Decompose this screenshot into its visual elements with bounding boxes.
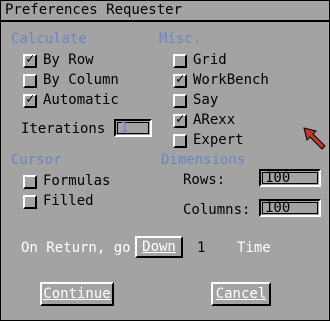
return-unit-label: Time	[237, 240, 271, 256]
continue-button[interactable]: Continue	[40, 282, 114, 306]
on-return-label: On Return, go	[21, 240, 131, 256]
cancel-label: Cancel	[215, 286, 267, 302]
window-title: Preferences Requester	[5, 2, 183, 18]
say-checkbox[interactable]	[173, 94, 187, 108]
say-label: Say	[193, 92, 219, 108]
by-column-label: By Column	[43, 72, 119, 88]
return-direction-label: Down	[142, 239, 176, 255]
arexx-label: ARexx	[193, 112, 236, 128]
cursor-heading: Cursor	[11, 152, 62, 168]
continue-label: Continue	[43, 286, 111, 302]
formulas-label: Formulas	[43, 173, 111, 189]
iterations-field[interactable]: 1	[114, 119, 152, 137]
cancel-button[interactable]: Cancel	[211, 282, 271, 306]
automatic-checkbox[interactable]: ✓	[23, 91, 37, 108]
workbench-checkbox[interactable]: ✓	[173, 71, 187, 88]
expert-label: Expert	[193, 132, 244, 148]
return-count: 1	[197, 240, 206, 256]
expert-checkbox[interactable]	[173, 134, 187, 148]
workbench-label: WorkBench	[193, 72, 269, 88]
rows-value: 100	[265, 170, 291, 186]
misc-heading: Misc.	[159, 31, 202, 47]
mouse-pointer-icon	[303, 127, 326, 150]
calculate-heading: Calculate	[11, 31, 87, 47]
return-direction-button[interactable]: Down	[135, 236, 183, 258]
iterations-label: Iterations	[21, 121, 106, 137]
by-column-checkbox[interactable]	[23, 74, 37, 88]
workbench-check-mark: ✓	[176, 71, 185, 87]
filled-label: Filled	[43, 193, 94, 209]
rows-label: Rows:	[183, 172, 226, 188]
arexx-check-mark: ✓	[176, 111, 185, 127]
automatic-check-mark: ✓	[26, 91, 35, 107]
filled-checkbox[interactable]	[23, 195, 37, 209]
columns-label: Columns:	[183, 202, 251, 218]
automatic-label: Automatic	[43, 92, 119, 108]
arexx-checkbox[interactable]: ✓	[173, 111, 187, 128]
grid-label: Grid	[193, 52, 227, 68]
grid-checkbox[interactable]	[173, 54, 187, 68]
by-row-check-mark: ✓	[26, 51, 35, 67]
preferences-window: Preferences Requester Calculate ✓ By Row…	[0, 0, 330, 321]
rows-field[interactable]: 100	[259, 169, 321, 187]
dimensions-heading: Dimensions	[161, 152, 246, 168]
title-bar[interactable]: Preferences Requester	[1, 1, 329, 22]
formulas-checkbox[interactable]	[23, 175, 37, 189]
iterations-value: 1	[120, 120, 129, 136]
by-row-label: By Row	[43, 52, 94, 68]
columns-value: 100	[265, 200, 291, 216]
by-row-checkbox[interactable]: ✓	[23, 51, 37, 68]
columns-field[interactable]: 100	[259, 199, 321, 217]
